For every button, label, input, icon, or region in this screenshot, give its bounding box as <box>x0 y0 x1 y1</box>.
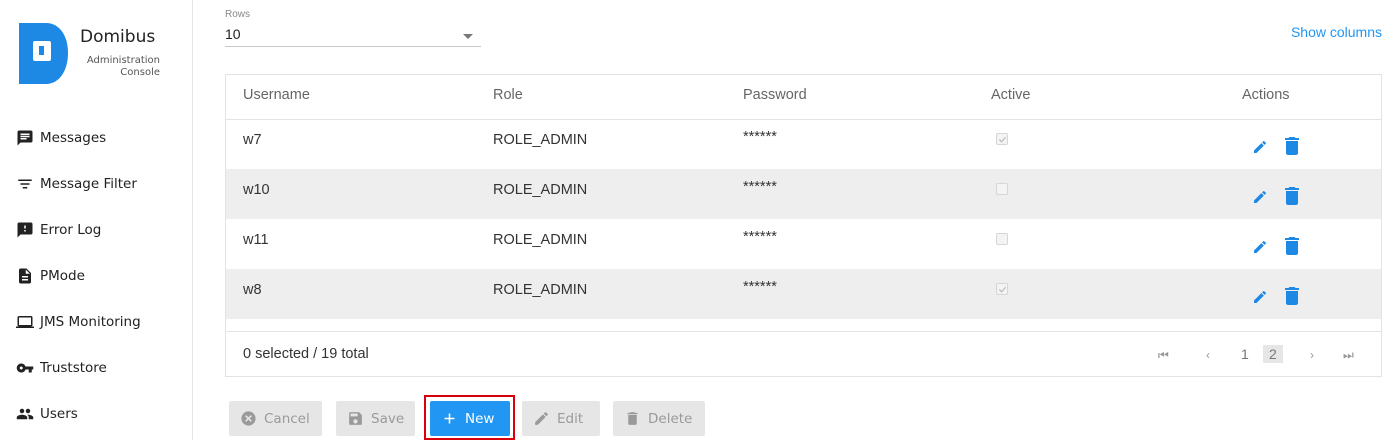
sidebar-item-label: JMS Monitoring <box>40 314 141 330</box>
sidebar-item-error-log[interactable]: Error Log <box>16 218 101 242</box>
edit-button[interactable]: Edit <box>522 401 600 436</box>
filter-icon <box>18 179 32 189</box>
table-header: Username Role Password Active Actions <box>226 75 1381 120</box>
sidebar-item-users[interactable]: Users <box>16 402 78 426</box>
table-row[interactable]: w8 ROLE_ADMIN ****** <box>226 269 1381 319</box>
cancel-button[interactable]: Cancel <box>229 401 322 436</box>
edit-icon[interactable] <box>1252 239 1268 255</box>
cancel-icon <box>241 411 256 426</box>
sidebar-item-label: Message Filter <box>40 176 137 192</box>
check-icon <box>998 286 1007 293</box>
username-cell: w11 <box>243 232 269 248</box>
selection-summary: 0 selected / 19 total <box>243 346 369 362</box>
laptop-icon <box>16 316 34 328</box>
brand-title: Domibus <box>80 27 156 47</box>
next-page-icon[interactable]: › <box>1310 348 1314 362</box>
active-checkbox <box>996 183 1008 195</box>
role-cell: ROLE_ADMIN <box>493 182 588 198</box>
page-2-link[interactable]: 2 <box>1263 345 1283 363</box>
active-checkbox <box>996 133 1008 145</box>
password-cell: ****** <box>743 129 777 145</box>
active-checkbox <box>996 283 1008 295</box>
sidebar-item-label: Error Log <box>40 222 102 238</box>
new-button-highlight <box>424 395 515 440</box>
brand-subtitle: Administration Console <box>86 55 160 78</box>
edit-button-label: Edit <box>557 410 584 427</box>
sidebar: Domibus Administration Console Messages … <box>0 0 193 440</box>
delete-button-label: Delete <box>648 410 693 427</box>
username-cell: w7 <box>243 132 262 148</box>
delete-icon[interactable] <box>1285 187 1299 205</box>
users-icon <box>16 408 34 420</box>
sidebar-item-message-filter[interactable]: Message Filter <box>16 172 137 196</box>
last-page-icon[interactable]: ⏭ <box>1343 348 1354 363</box>
document-icon <box>19 268 31 284</box>
password-cell: ****** <box>743 179 777 195</box>
active-checkbox <box>996 233 1008 245</box>
sidebar-item-label: Users <box>40 406 78 422</box>
domibus-logo <box>19 23 68 84</box>
previous-page-icon[interactable]: ‹ <box>1206 348 1210 362</box>
delete-icon[interactable] <box>1285 137 1299 155</box>
rows-select-value: 10 <box>225 26 241 42</box>
delete-button[interactable]: Delete <box>613 401 705 436</box>
dropdown-caret-icon <box>463 34 473 39</box>
trash-icon <box>627 412 638 425</box>
table-row[interactable]: w11 ROLE_ADMIN ****** <box>226 219 1381 269</box>
sidebar-item-label: Truststore <box>40 360 107 376</box>
sidebar-item-jms-monitoring[interactable]: JMS Monitoring <box>16 310 141 334</box>
username-cell: w10 <box>243 182 270 198</box>
save-icon <box>349 412 362 425</box>
sidebar-item-truststore[interactable]: Truststore <box>16 356 107 380</box>
password-cell: ****** <box>743 279 777 295</box>
delete-icon[interactable] <box>1285 237 1299 255</box>
save-button-label: Save <box>371 410 405 427</box>
error-icon <box>17 222 33 238</box>
edit-icon[interactable] <box>1252 189 1268 205</box>
username-cell: w8 <box>243 282 262 298</box>
key-icon <box>16 363 34 373</box>
message-icon <box>17 130 33 146</box>
show-columns-link[interactable]: Show columns <box>1291 24 1382 40</box>
column-header-actions: Actions <box>1242 87 1290 103</box>
users-table: Username Role Password Active Actions w7… <box>225 74 1382 377</box>
role-cell: ROLE_ADMIN <box>493 232 588 248</box>
check-icon <box>998 136 1007 143</box>
password-cell: ****** <box>743 229 777 245</box>
column-header-role[interactable]: Role <box>493 87 523 103</box>
sidebar-item-pmode[interactable]: PMode <box>16 264 85 288</box>
page-1-link[interactable]: 1 <box>1241 346 1249 362</box>
sidebar-item-messages[interactable]: Messages <box>16 126 106 150</box>
column-header-active[interactable]: Active <box>991 87 1031 103</box>
app: Domibus Administration Console Messages … <box>0 0 1388 440</box>
edit-icon[interactable] <box>1252 139 1268 155</box>
rows-select[interactable]: 10 <box>225 24 481 47</box>
sidebar-item-label: PMode <box>40 268 85 284</box>
column-header-username[interactable]: Username <box>243 87 310 103</box>
sidebar-item-label: Messages <box>40 130 107 146</box>
pencil-icon <box>535 412 548 425</box>
first-page-icon[interactable]: ⏮ <box>1158 348 1169 363</box>
delete-icon[interactable] <box>1285 287 1299 305</box>
table-row[interactable]: w10 ROLE_ADMIN ****** <box>226 169 1381 219</box>
role-cell: ROLE_ADMIN <box>493 132 588 148</box>
table-footer: 0 selected / 19 total ⏮ ‹ 1 2 › ⏭ <box>226 331 1381 377</box>
column-header-password[interactable]: Password <box>743 87 807 103</box>
role-cell: ROLE_ADMIN <box>493 282 588 298</box>
rows-label: Rows <box>225 9 251 20</box>
edit-icon[interactable] <box>1252 289 1268 305</box>
table-row[interactable]: w7 ROLE_ADMIN ****** <box>226 119 1381 169</box>
cancel-button-label: Cancel <box>264 410 310 427</box>
save-button[interactable]: Save <box>336 401 415 436</box>
